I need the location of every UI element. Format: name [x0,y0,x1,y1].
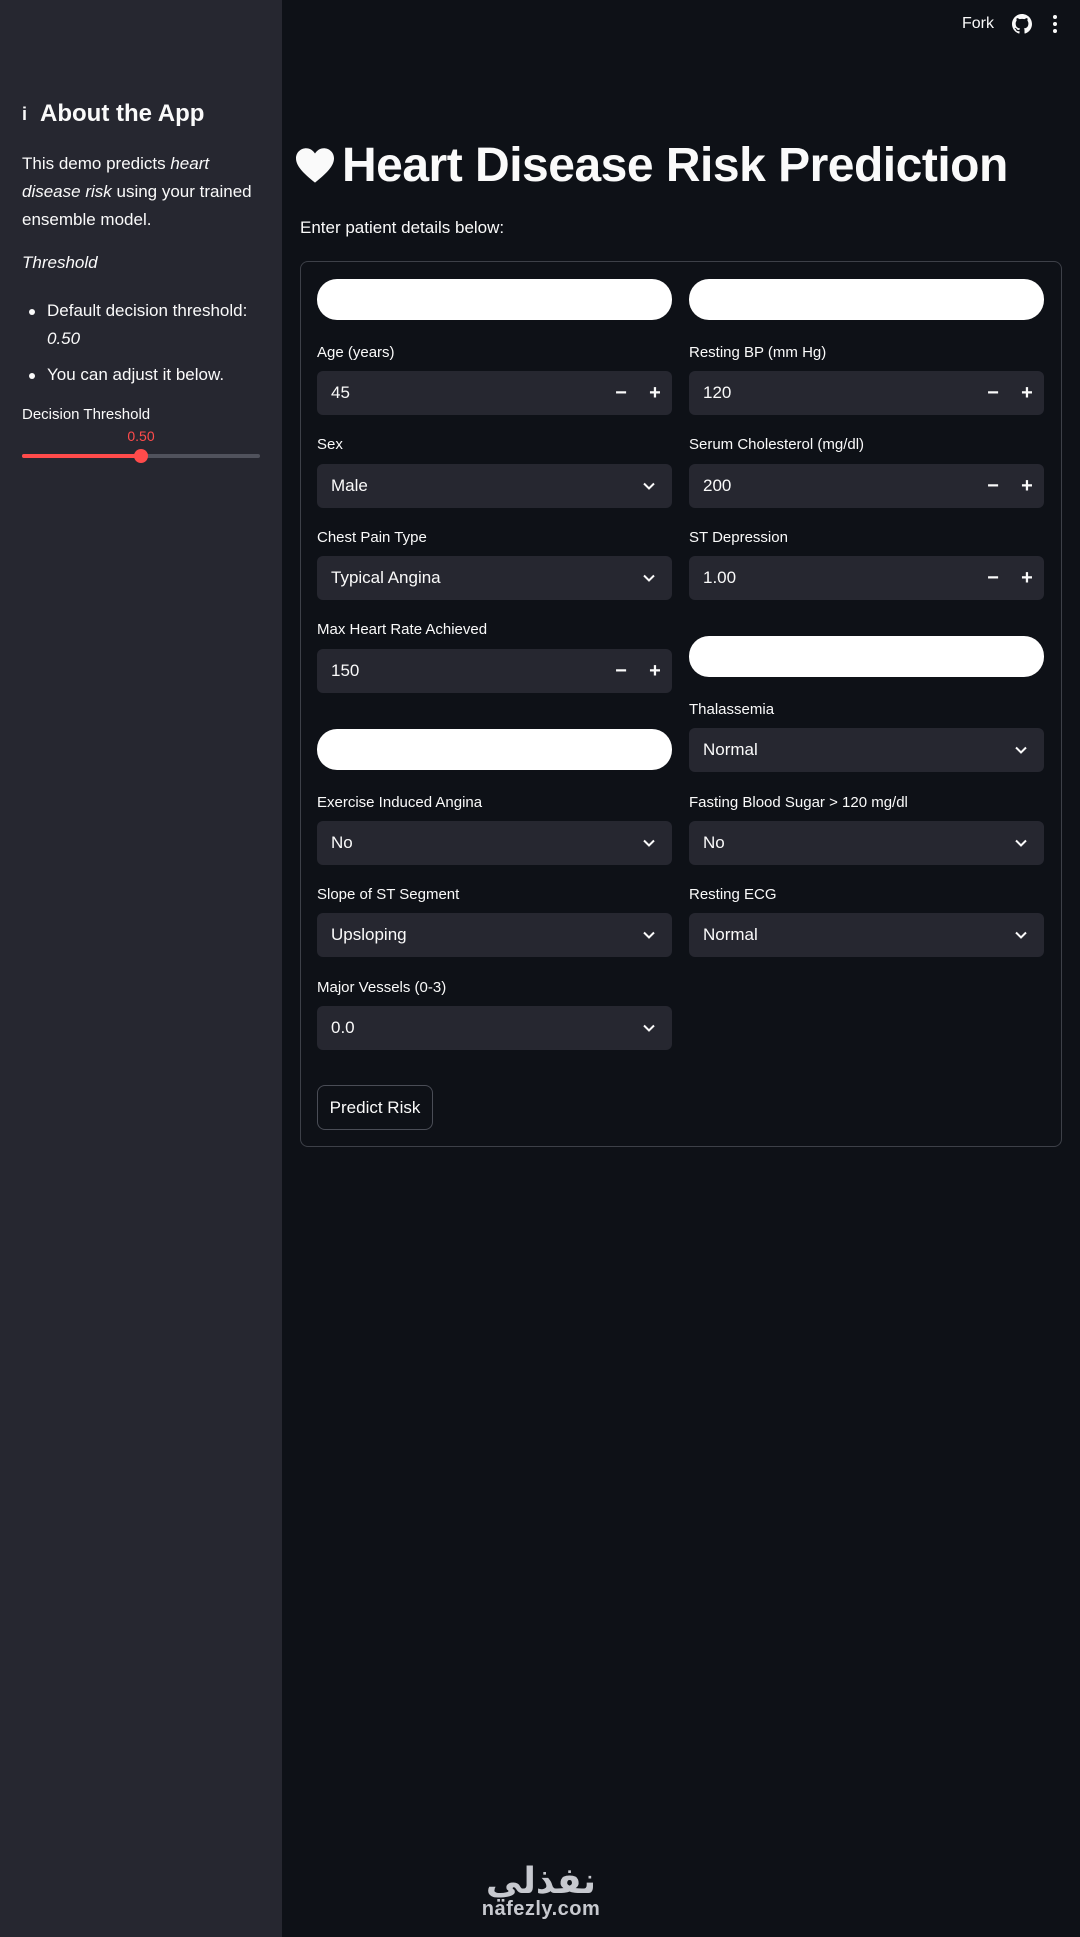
decrement-button[interactable]: − [976,464,1010,508]
list-item: Default decision threshold: 0.50 [22,297,262,353]
chevron-down-icon [643,574,655,582]
slider-label: Decision Threshold [22,406,151,423]
slope-value: Upsloping [331,925,407,944]
chevron-down-icon [643,482,655,490]
blank-input-bar[interactable] [317,729,672,770]
more-vertical-icon[interactable] [1050,15,1060,33]
slider-value: 0.50 [127,428,155,444]
info-icon: i [22,103,28,124]
sex-value: Male [331,476,368,495]
resting-ecg-value: Normal [703,925,758,944]
age-value: 45 [331,383,350,402]
threshold-slider[interactable] [22,449,260,463]
major-vessels-value: 0.0 [331,1018,355,1037]
exercise-angina-label: Exercise Induced Angina [317,794,483,811]
fasting-bs-select[interactable]: No [689,821,1044,865]
resting-bp-label: Resting BP (mm Hg) [689,344,827,361]
slope-select[interactable]: Upsloping [317,913,672,957]
age-label: Age (years) [317,344,395,361]
max-hr-number-input[interactable]: 150 − + [317,649,672,693]
chevron-down-icon [1015,746,1027,754]
slider-fill [22,454,141,458]
cholesterol-value: 200 [703,476,732,495]
resting-ecg-label: Resting ECG [689,886,777,903]
fork-button[interactable]: Fork [962,15,994,33]
age-number-input[interactable]: 45 − + [317,371,672,415]
description-text: This demo predicts [22,154,171,173]
increment-button[interactable]: + [1010,464,1044,508]
resting-bp-number-input[interactable]: 120 − + [689,371,1044,415]
list-item-value: 0.50 [47,329,81,348]
thalassemia-value: Normal [703,740,758,759]
chest-pain-label: Chest Pain Type [317,529,427,546]
major-vessels-select[interactable]: 0.0 [317,1006,672,1050]
decrement-button[interactable]: − [976,556,1010,600]
github-icon[interactable] [1012,14,1032,34]
thalassemia-label: Thalassemia [689,701,775,718]
st-depression-number-input[interactable]: 1.00 − + [689,556,1044,600]
chevron-down-icon [643,931,655,939]
decrement-button[interactable]: − [604,371,638,415]
cholesterol-label: Serum Cholesterol (mg/dl) [689,436,865,453]
increment-button[interactable]: + [1010,371,1044,415]
increment-button[interactable]: + [638,371,672,415]
chevron-down-icon [643,839,655,847]
threshold-heading: Threshold [22,253,98,272]
sidebar-title-text: About the App [40,100,205,127]
watermark-arabic: نفذلي [485,1861,597,1902]
exercise-angina-select[interactable]: No [317,821,672,865]
max-hr-value: 150 [331,661,360,680]
fasting-bs-value: No [703,833,725,852]
threshold-list: Default decision threshold: 0.50 You can… [22,297,262,397]
chevron-down-icon [1015,839,1027,847]
decrement-button[interactable]: − [976,371,1010,415]
st-depression-label: ST Depression [689,529,788,546]
slope-label: Slope of ST Segment [317,886,460,903]
blank-input-bar[interactable] [689,636,1044,677]
page-title-text: Heart Disease Risk Prediction [342,139,1008,192]
sex-select[interactable]: Male [317,464,672,508]
max-hr-label: Max Heart Rate Achieved [317,621,488,638]
watermark-latin: nafezly.com [481,1898,601,1920]
chest-pain-select[interactable]: Typical Angina [317,556,672,600]
decrement-button[interactable]: − [604,649,638,693]
sidebar-title: i About the App [22,100,204,128]
major-vessels-label: Major Vessels (0-3) [317,979,447,996]
blank-input-bar[interactable] [317,279,672,320]
chevron-down-icon [1015,931,1027,939]
slider-thumb[interactable] [134,449,148,463]
sidebar: i About the App This demo predicts heart… [0,0,282,1937]
exercise-angina-value: No [331,833,353,852]
blank-input-bar[interactable] [689,279,1044,320]
predict-risk-button[interactable]: Predict Risk [317,1085,433,1130]
cholesterol-number-input[interactable]: 200 − + [689,464,1044,508]
list-item-text: You can adjust it below. [47,365,225,384]
heart-icon [296,147,334,183]
chest-pain-value: Typical Angina [331,568,441,587]
watermark-logo: نفذلي nafezly.com [474,1862,608,1921]
sidebar-description: This demo predicts heart disease risk us… [22,150,262,234]
chevron-down-icon [643,1024,655,1032]
increment-button[interactable]: + [1010,556,1044,600]
page-title: Heart Disease Risk Prediction [296,138,1008,193]
list-item-text: Default decision threshold: [47,301,248,320]
resting-ecg-select[interactable]: Normal [689,913,1044,957]
thalassemia-select[interactable]: Normal [689,728,1044,772]
list-item: You can adjust it below. [22,361,262,389]
increment-button[interactable]: + [638,649,672,693]
page-subtitle: Enter patient details below: [300,218,505,237]
resting-bp-value: 120 [703,383,732,402]
top-toolbar: Fork [962,14,1060,34]
fasting-bs-label: Fasting Blood Sugar > 120 mg/dl [689,794,908,811]
st-depression-value: 1.00 [703,568,737,587]
sex-label: Sex [317,436,343,453]
